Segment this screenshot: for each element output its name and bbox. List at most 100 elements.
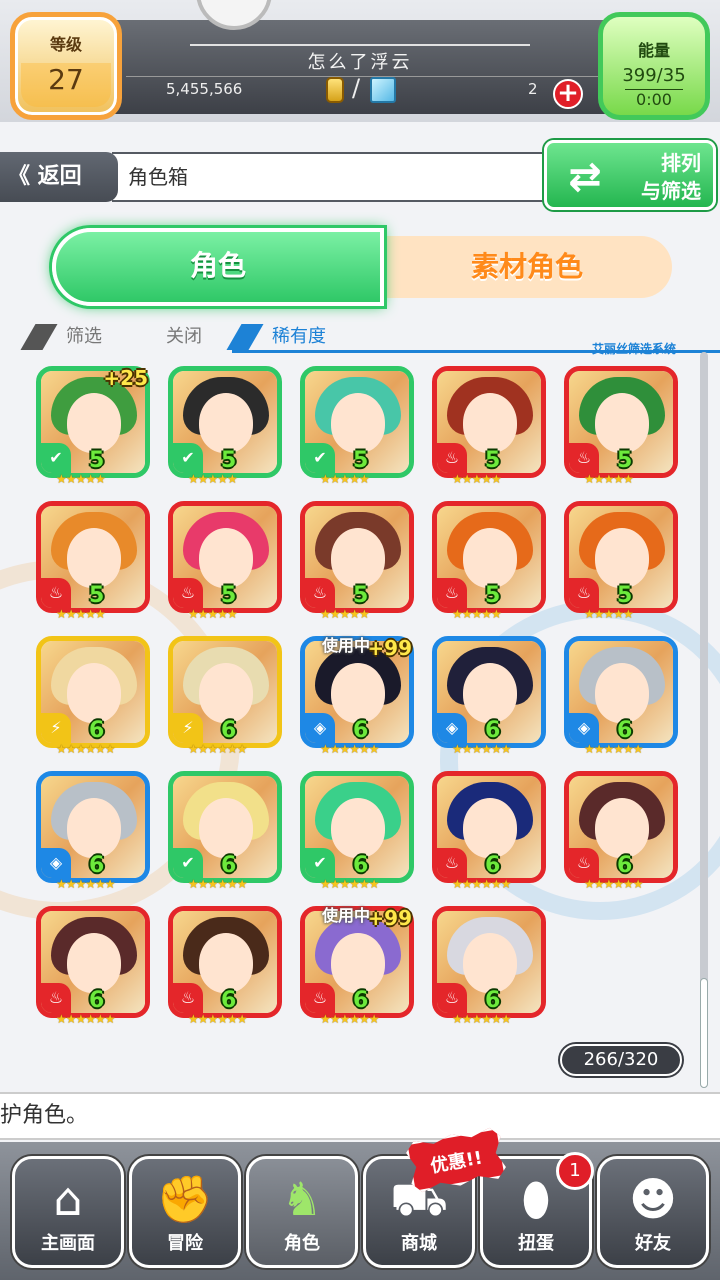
character-card[interactable]: ♨ 5 ★★★★★: [564, 366, 678, 488]
element-wood-icon: ✔: [305, 443, 335, 473]
character-face: [199, 933, 253, 993]
character-face: [331, 933, 385, 993]
add-gems-button[interactable]: +: [553, 79, 583, 109]
star-rating: ★★★★★★: [452, 742, 512, 756]
nav-button-handshake[interactable]: ✊ 冒险: [129, 1156, 241, 1268]
status-bar: 怎么了浮云 5,455,566 / 2 + 等级 27 能量 399/35 0:…: [0, 0, 720, 122]
filter-label[interactable]: 筛选: [66, 322, 102, 348]
hint-message: 保护角色。: [0, 1092, 720, 1140]
character-face: [331, 798, 385, 858]
sort-value[interactable]: 稀有度: [272, 322, 326, 348]
nav-button-friends[interactable]: ☻ 好友: [597, 1156, 709, 1268]
character-card[interactable]: ♨ 5 ★★★★★: [564, 501, 678, 623]
element-water-icon: ◈: [305, 713, 335, 743]
character-card[interactable]: ✔ 6 ★★★★★★: [168, 771, 282, 893]
slash-separator: /: [352, 74, 361, 102]
hint-text: 保护角色。: [0, 1103, 89, 1128]
star-rating: ★★★★★★: [452, 1012, 512, 1026]
filter-stripe: [20, 324, 58, 350]
card-frame: ♨ 6: [36, 906, 150, 1018]
character-card[interactable]: ◈ 6 ★★★★★★: [36, 771, 150, 893]
rarity-number: 5: [485, 583, 501, 608]
character-face: [595, 798, 649, 858]
star-rating: ★★★★★: [584, 472, 634, 486]
character-face: [67, 798, 121, 858]
back-button[interactable]: 《 返回: [0, 152, 118, 202]
rabbit-icon: ♞: [281, 1172, 323, 1226]
character-card[interactable]: ✔ 5 ★★★★★ +25: [36, 366, 150, 488]
card-frame: ♨ 6: [432, 906, 546, 1018]
character-card[interactable]: ⚡ 6 ★★★★★★: [36, 636, 150, 758]
tab-material-characters[interactable]: 素材角色: [382, 236, 672, 298]
character-card[interactable]: ♨ 5 ★★★★★: [300, 501, 414, 623]
element-fire-icon: ♨: [437, 983, 467, 1013]
character-card[interactable]: ♨ 6 ★★★★★★: [432, 906, 546, 1028]
double-chevron-left-icon: 《: [8, 164, 38, 189]
nav-label: 商城: [401, 1233, 437, 1254]
character-card[interactable]: ✔ 6 ★★★★★★: [300, 771, 414, 893]
home-icon: ⌂: [53, 1172, 83, 1226]
energy-badge[interactable]: 能量 399/35 0:00: [598, 12, 710, 120]
character-card[interactable]: ◈ 6 ★★★★★★: [564, 636, 678, 758]
scrollbar[interactable]: [700, 352, 708, 1088]
level-badge[interactable]: 等级 27: [10, 12, 122, 120]
character-card[interactable]: ♨ 5 ★★★★★: [432, 501, 546, 623]
rarity-number: 6: [485, 988, 501, 1013]
star-rating: ★★★★★: [584, 607, 634, 621]
card-frame: ⚡ 6: [168, 636, 282, 748]
character-card[interactable]: ♨ 5 ★★★★★: [168, 501, 282, 623]
character-card[interactable]: ♨ 6 ★★★★★★: [36, 906, 150, 1028]
rarity-number: 5: [89, 448, 105, 473]
card-frame: ◈ 6: [36, 771, 150, 883]
nav-button-home[interactable]: ⌂ 主画面: [12, 1156, 124, 1268]
element-wood-icon: ✔: [41, 443, 71, 473]
character-card[interactable]: ✔ 5 ★★★★★: [168, 366, 282, 488]
card-frame: ♨ 5: [300, 501, 414, 613]
nav-button-rabbit[interactable]: ♞ 角色: [246, 1156, 358, 1268]
rarity-number: 6: [353, 718, 369, 743]
character-card[interactable]: ✔ 5 ★★★★★: [300, 366, 414, 488]
character-grid: ✔ 5 ★★★★★ +25 ✔ 5 ★★★★★ ✔ 5 ★★★★★ ♨ 5 ★★★★★ ♨ 5 ★★★★★ ♨ 5…: [36, 366, 696, 1026]
character-card[interactable]: ♨ 6 ★★★★★★ +99 使用中: [300, 906, 414, 1028]
rarity-number: 6: [353, 988, 369, 1013]
character-card[interactable]: ◈ 6 ★★★★★★: [432, 636, 546, 758]
coin-icon: [326, 77, 344, 103]
nav-label: 主画面: [41, 1233, 95, 1254]
in-use-label: 使用中: [322, 906, 371, 925]
gacha-badge: 1: [556, 1152, 594, 1190]
star-rating: ★★★★★: [188, 607, 238, 621]
gem-icon: [370, 77, 396, 103]
element-water-icon: ◈: [569, 713, 599, 743]
character-card[interactable]: ♨ 6 ★★★★★★: [564, 771, 678, 893]
card-frame: ♨ 6: [564, 771, 678, 883]
character-card[interactable]: ♨ 5 ★★★★★: [432, 366, 546, 488]
energy-timer: 0:00: [625, 89, 683, 109]
element-fire-icon: ♨: [569, 848, 599, 878]
card-frame: ◈ 6: [432, 636, 546, 748]
element-fire-icon: ♨: [41, 578, 71, 608]
character-card[interactable]: ♨ 6 ★★★★★★: [168, 906, 282, 1028]
element-fire-icon: ♨: [569, 578, 599, 608]
element-fire-icon: ♨: [41, 983, 71, 1013]
character-face: [67, 528, 121, 588]
rarity-number: 5: [617, 448, 633, 473]
tab-characters[interactable]: 角色: [52, 228, 384, 306]
divider: [190, 44, 530, 46]
rarity-number: 6: [353, 853, 369, 878]
rarity-number: 5: [353, 583, 369, 608]
level-label: 等级: [49, 35, 82, 54]
scrollbar-thumb[interactable]: [700, 978, 708, 1088]
character-face: [595, 393, 649, 453]
card-frame: ♨ 5: [36, 501, 150, 613]
card-frame: ✔ 6: [300, 771, 414, 883]
filter-value[interactable]: 关闭: [166, 322, 202, 348]
rabbit-sort-icon: ⇄: [568, 154, 602, 200]
sort-filter-button[interactable]: ⇄ 排列 与筛选: [544, 140, 716, 210]
star-rating: ★★★★★★: [188, 877, 248, 891]
character-card[interactable]: ♨ 5 ★★★★★: [36, 501, 150, 623]
rarity-number: 6: [89, 718, 105, 743]
character-card[interactable]: ◈ 6 ★★★★★★ +99 使用中: [300, 636, 414, 758]
character-card[interactable]: ♨ 6 ★★★★★★: [432, 771, 546, 893]
character-card[interactable]: ⚡ 6 ★★★★★★: [168, 636, 282, 758]
back-label: 返回: [37, 164, 82, 189]
